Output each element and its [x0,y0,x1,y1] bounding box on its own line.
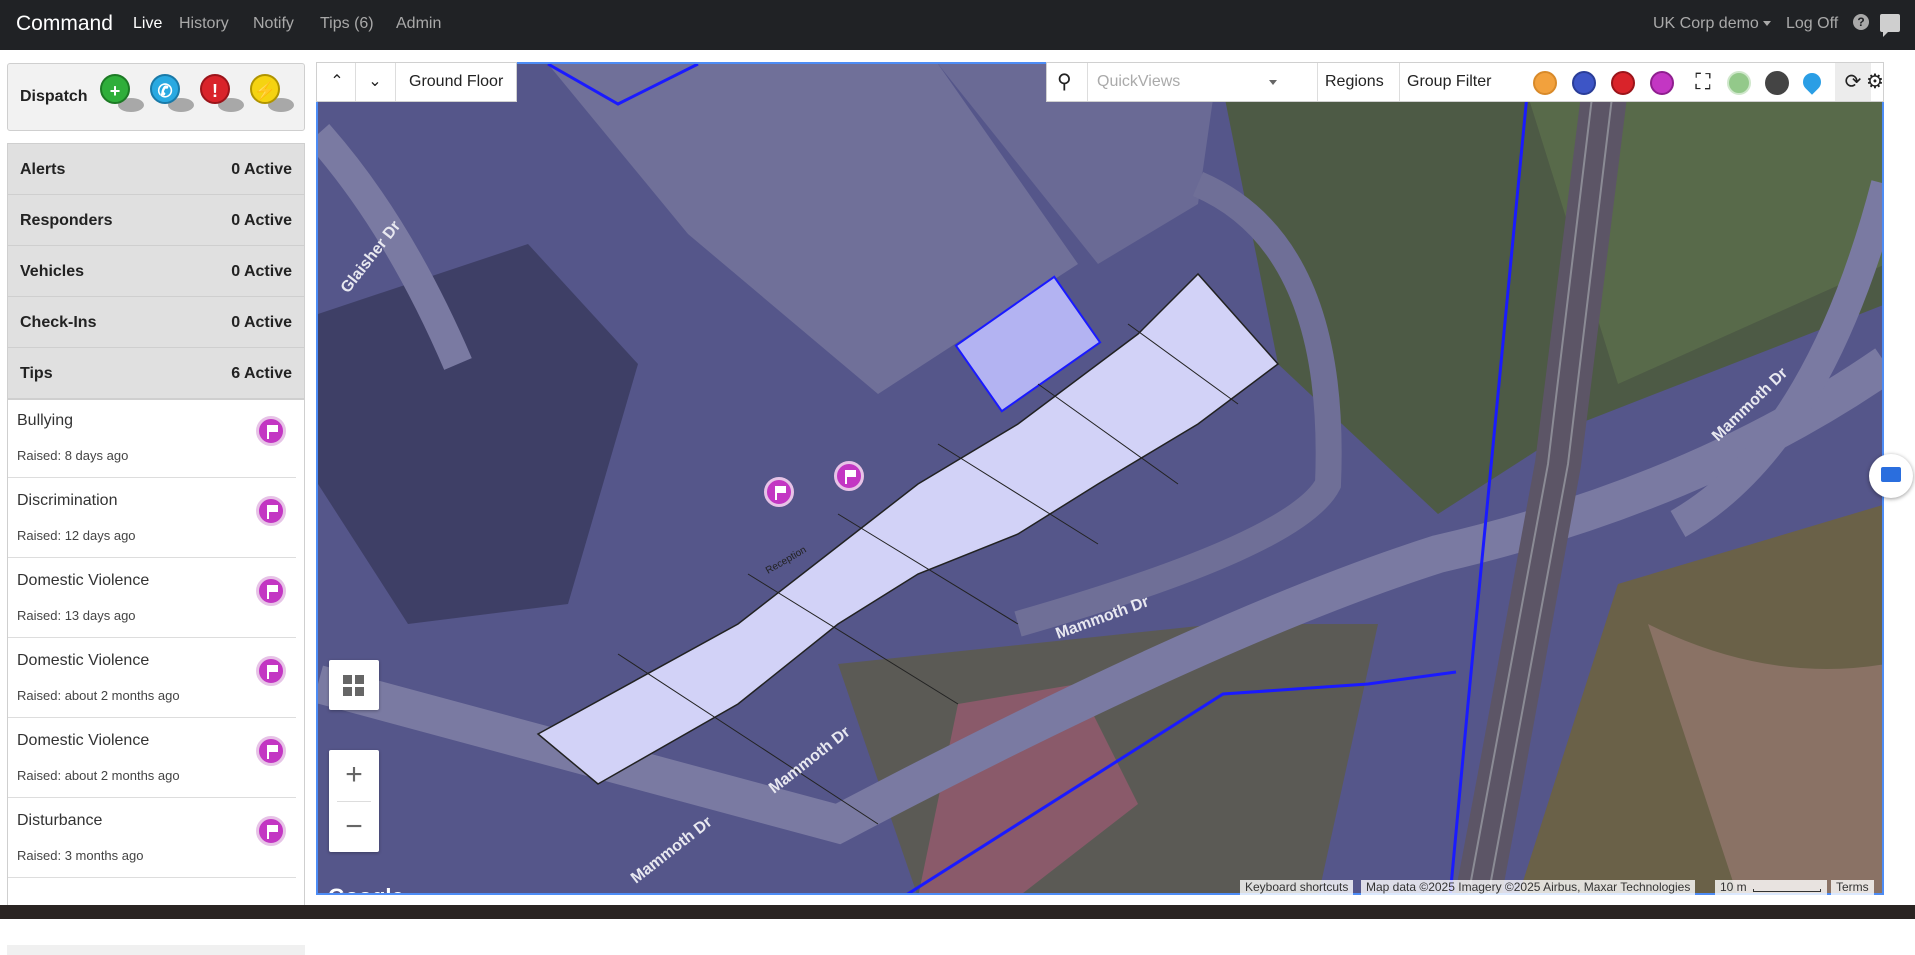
map-toolbar: ⚲ QuickViews Regions Group Filter ⛶ ⟳ ⚙ [1046,62,1884,102]
search-icon[interactable]: ⚲ [1057,63,1079,101]
list-item[interactable]: Disturbance Raised: 3 months ago [8,798,296,878]
flag-icon[interactable] [256,416,286,446]
gear-icon[interactable]: ⚙ [1865,63,1885,101]
summary-checkins[interactable]: Check-Ins 0 Active [8,297,304,348]
tip-marker-flag-icon[interactable] [834,461,864,491]
regions-button[interactable]: Regions [1325,63,1384,101]
summary-alerts[interactable]: Alerts 0 Active [8,144,304,195]
alert-dispatch-icon[interactable]: ! [200,74,244,112]
list-item[interactable]: Discrimination Raised: 12 days ago [8,478,296,558]
map-scale[interactable]: 10 m [1715,880,1827,895]
zoom-control: + − [329,750,379,852]
list-item[interactable]: Domestic Violence Raised: about 2 months… [8,718,296,798]
dispatch-box: Dispatch + ✆ ! ⚡ [7,63,305,131]
zoom-in-button[interactable]: + [329,750,379,800]
left-panel: Dispatch + ✆ ! ⚡ Alerts 0 Active Responde… [0,50,314,955]
nav-admin[interactable]: Admin [396,15,441,33]
summary-responders[interactable]: Responders 0 Active [8,195,304,246]
help-icon[interactable]: ? [1853,14,1869,30]
floor-label[interactable]: Ground Floor [409,63,503,101]
alert-layer-icon[interactable] [1611,71,1635,95]
chat-fab-icon[interactable] [1869,454,1913,498]
flag-icon[interactable] [256,816,286,846]
quickviews-select[interactable]: QuickViews [1097,63,1287,101]
floor-control: ⌃ ⌄ Ground Floor [316,62,517,102]
nav-notify[interactable]: Notify [253,15,294,33]
brand-title[interactable]: Command [16,12,113,36]
list-item[interactable]: Bullying Raised: 8 days ago [8,398,296,478]
floor-down-button[interactable]: ⌄ [365,63,385,101]
flag-icon[interactable] [256,736,286,766]
fullscreen-icon[interactable]: ⛶ [1689,63,1717,101]
google-logo: Google [328,884,404,893]
nav-live[interactable]: Live [133,15,162,33]
flag-icon[interactable] [256,496,286,526]
floor-up-button[interactable]: ⌃ [327,63,347,101]
medical-dispatch-icon[interactable]: + [100,74,144,112]
dispatch-label: Dispatch [20,88,88,105]
top-navbar: Command Live History Notify Tips (6) Adm… [0,0,1915,50]
chat-icon[interactable] [1880,14,1900,37]
group-filter-button[interactable]: Group Filter [1407,63,1491,101]
nav-tips[interactable]: Tips (6) [320,15,374,33]
location-pin-icon[interactable] [1799,69,1825,95]
flag-icon[interactable] [256,576,286,606]
summary-vehicles[interactable]: Vehicles 0 Active [8,246,304,297]
phone-dispatch-icon[interactable]: ✆ [150,74,194,112]
org-name: UK Corp demo [1653,15,1759,32]
map-canvas[interactable]: Reception Glaisher Dr Mammoth Dr Mammoth… [316,62,1884,895]
logoff-link[interactable]: Log Off [1786,15,1838,33]
responder-layer-icon[interactable] [1533,71,1557,95]
tip-marker-flag-icon[interactable] [764,477,794,507]
summary-tips[interactable]: Tips 6 Active [8,348,304,399]
keyboard-shortcuts-link[interactable]: Keyboard shortcuts [1240,880,1354,895]
terms-link[interactable]: Terms [1831,880,1874,895]
heatmap-layer-icon[interactable] [1727,71,1751,95]
bottom-taskbar [0,905,1915,919]
chevron-down-icon [1269,80,1277,85]
nav-history[interactable]: History [179,15,229,33]
zoom-out-button[interactable]: − [329,802,379,852]
list-item[interactable]: Domestic Violence Raised: 13 days ago [8,558,296,638]
list-item[interactable]: Domestic Violence Raised: about 2 months… [8,638,296,718]
satellite-imagery: Reception Glaisher Dr Mammoth Dr Mammoth… [318,64,1882,893]
org-dropdown[interactable]: UK Corp demo [1653,15,1771,33]
tip-layer-icon[interactable] [1650,71,1674,95]
power-dispatch-icon[interactable]: ⚡ [250,74,294,112]
chevron-down-icon [1762,21,1771,27]
flag-icon[interactable] [256,656,286,686]
map-data-attribution: Map data ©2025 Imagery ©2025 Airbus, Max… [1361,880,1696,895]
map-layers-button[interactable] [329,660,379,710]
security-layer-icon[interactable] [1572,71,1596,95]
satellite-layer-icon[interactable] [1765,71,1789,95]
tips-list: Bullying Raised: 8 days ago Discriminati… [7,398,305,919]
summary-list: Alerts 0 Active Responders 0 Active Vehicl… [7,143,305,400]
horizontal-scrollbar[interactable] [7,945,305,955]
